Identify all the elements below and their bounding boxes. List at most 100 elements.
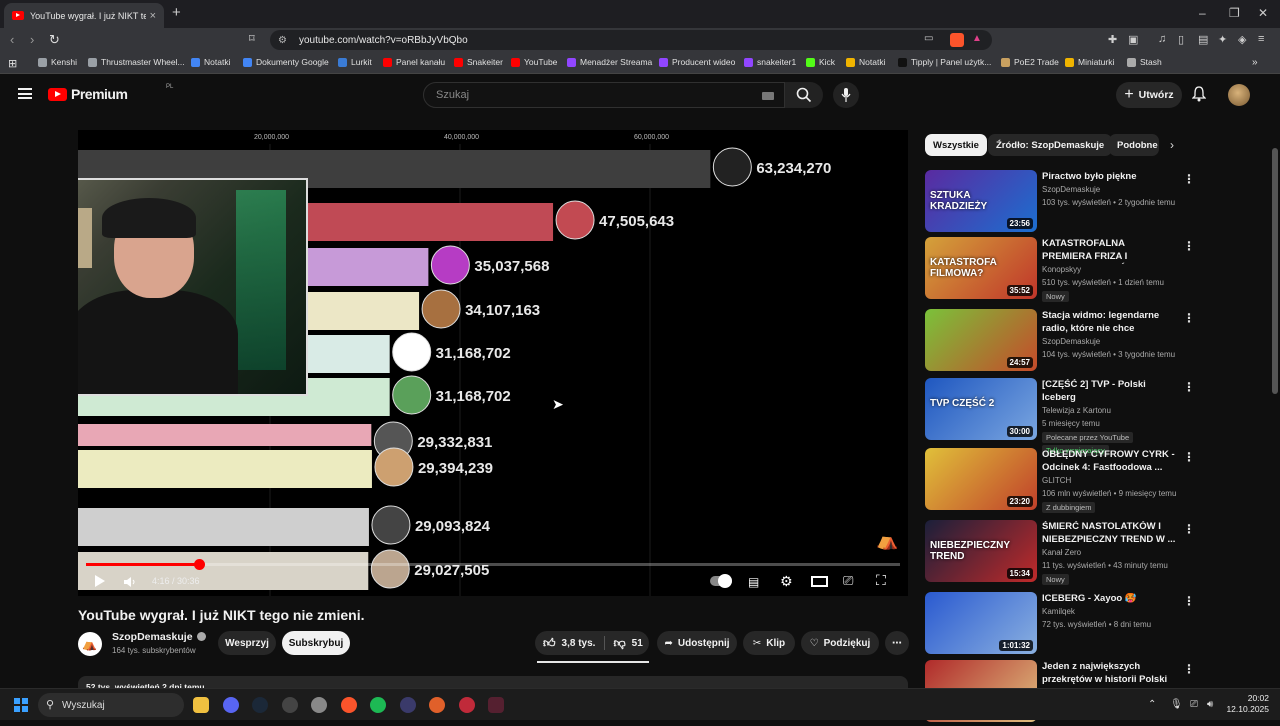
bookmark-item[interactable]: Stash: [1127, 57, 1162, 67]
maximize-button[interactable]: ❐: [1229, 6, 1240, 20]
thanks-button[interactable]: ♡ Podziękuj: [801, 631, 879, 655]
chip-all[interactable]: Wszystkie: [925, 134, 987, 156]
tray-mic-icon[interactable]: 🎙︎: [1170, 699, 1183, 710]
subscribe-button[interactable]: Subskrybuj: [282, 631, 350, 655]
channel-name[interactable]: Telewizja z Kartonu: [1042, 406, 1111, 415]
vpn-icon[interactable]: ◈: [1238, 33, 1246, 46]
forward-icon[interactable]: ›: [30, 32, 34, 47]
chip-source[interactable]: Źródło: SzopDemaskuje: [988, 134, 1113, 156]
more-options-icon[interactable]: ⋮: [1183, 380, 1195, 394]
bookmark-item[interactable]: Panel kanału: [383, 57, 445, 67]
video-thumbnail[interactable]: TVP CZĘŚĆ 2 30:00: [925, 378, 1037, 440]
page-scrollbar[interactable]: [1272, 148, 1278, 394]
recommended-video[interactable]: SZTUKA KRADZIEŻY 23:56 Piractwo było piękn…: [925, 170, 1270, 236]
tray-network-icon[interactable]: ⎚: [1190, 699, 1198, 710]
video-title[interactable]: ŚMIERĆ NASTOLATKÓW I NIEBEZPIECZNY TREND…: [1042, 521, 1177, 546]
more-bookmarks-icon[interactable]: »: [1252, 57, 1258, 68]
discord-app-icon[interactable]: [222, 697, 239, 713]
app-red-icon[interactable]: [458, 697, 475, 713]
app-dark-icon[interactable]: [488, 697, 504, 713]
window-close-button[interactable]: ✕: [1258, 6, 1268, 20]
recommended-video[interactable]: 23:20 OBŁĘDNY CYFROWY CYRK - Odcinek 4: F…: [925, 448, 1270, 514]
bookmark-item[interactable]: PoE2 Trade: [1001, 57, 1059, 67]
chip-similar[interactable]: Podobne: [1109, 134, 1159, 156]
guide-menu-icon[interactable]: [18, 88, 32, 99]
screenshot-icon[interactable]: ▣: [1128, 33, 1138, 46]
more-options-icon[interactable]: ⋮: [1183, 450, 1195, 464]
channel-avatar[interactable]: ⛺: [78, 632, 102, 656]
more-options-icon[interactable]: ⋮: [1183, 239, 1195, 253]
app-circle-icon[interactable]: [399, 697, 416, 713]
bookmark-item[interactable]: Lurkit: [338, 57, 372, 67]
subtitles-icon[interactable]: ▤: [748, 575, 759, 589]
brave-shield-icon[interactable]: [950, 33, 964, 47]
video-thumbnail[interactable]: 24:57: [925, 309, 1037, 371]
video-title[interactable]: ICEBERG - Xayoo 🥵: [1042, 593, 1177, 606]
recommended-video[interactable]: TVP CZĘŚĆ 2 30:00 [CZĘŚĆ 2] TVP - Polski I…: [925, 378, 1270, 456]
recommended-video[interactable]: NIEBEZPIECZNY TREND 15:34 ŚMIERĆ NASTOLATK…: [925, 520, 1270, 586]
channel-name[interactable]: SzopDemaskuje: [1042, 337, 1100, 346]
spotify-app-icon[interactable]: [370, 697, 386, 713]
tab-close-icon[interactable]: ×: [150, 10, 156, 22]
bookmark-item[interactable]: Thrustmaster Wheel...: [88, 57, 185, 67]
recommended-video[interactable]: 24:57 Stacja widmo: legendarne radio, któ…: [925, 309, 1270, 375]
fullscreen-icon[interactable]: ⛶: [876, 572, 886, 589]
apps-grid-icon[interactable]: ⊞: [8, 57, 17, 70]
bookmark-item[interactable]: Dokumenty Google: [243, 57, 329, 67]
extensions-icon[interactable]: ✚: [1108, 33, 1117, 46]
more-actions-button[interactable]: ⋯: [885, 631, 909, 655]
video-title[interactable]: [CZĘŚĆ 2] TVP - Polski Iceberg: [1042, 379, 1177, 404]
more-options-icon[interactable]: ⋮: [1183, 172, 1195, 186]
video-title[interactable]: OBŁĘDNY CYFROWY CYRK - Odcinek 4: Fastfo…: [1042, 449, 1177, 474]
new-tab-button[interactable]: +: [172, 4, 181, 21]
more-options-icon[interactable]: ⋮: [1183, 522, 1195, 536]
video-title[interactable]: Jeden z największych przekrętów w histor…: [1042, 661, 1177, 686]
channel-name[interactable]: SzopDemaskuje: [112, 631, 206, 643]
site-info-icon[interactable]: ⚙: [278, 35, 287, 46]
video-player[interactable]: 20,000,000 40,000,000 60,000,000 63,234,270…: [78, 130, 908, 596]
cast-icon[interactable]: ▭: [924, 33, 933, 44]
bookmark-item[interactable]: Tipply | Panel użytk...: [898, 57, 991, 67]
video-title[interactable]: Stacja widmo: legendarne radio, które ni…: [1042, 310, 1177, 336]
volume-icon[interactable]: [123, 576, 137, 588]
channel-name[interactable]: GLITCH: [1042, 476, 1071, 485]
back-icon[interactable]: ‹: [10, 32, 14, 47]
tray-volume-icon[interactable]: 🔊︎: [1207, 699, 1213, 710]
more-options-icon[interactable]: ⋮: [1183, 311, 1195, 325]
video-thumbnail[interactable]: NIEBEZPIECZNY TREND 15:34: [925, 520, 1037, 582]
video-title[interactable]: Piractwo było piękne: [1042, 171, 1177, 184]
cast-screen-icon[interactable]: ⎚: [843, 573, 853, 589]
channel-watermark-icon[interactable]: ⛺: [876, 530, 898, 551]
windows-start-icon[interactable]: [14, 698, 28, 712]
bookmark-item[interactable]: Producent wideo: [659, 57, 735, 67]
progress-bar[interactable]: [86, 559, 900, 570]
autoplay-toggle[interactable]: [710, 574, 732, 588]
recommended-video[interactable]: 1:01:32 ICEBERG - Xayoo 🥵 Kamilqek 72 tys. …: [925, 592, 1270, 658]
recommended-video[interactable]: KATASTROFA FILMOWA? 35:52 KATASTROFALNA PR…: [925, 237, 1270, 303]
media-icon[interactable]: ♫: [1158, 33, 1166, 45]
wallet-icon[interactable]: ▤: [1198, 33, 1208, 46]
bookmark-icon[interactable]: ⌑: [249, 32, 255, 45]
browser-menu-icon[interactable]: ≡: [1258, 33, 1264, 45]
bookmark-item[interactable]: Kenshi: [38, 57, 77, 67]
voice-search-button[interactable]: [833, 82, 859, 108]
channel-name[interactable]: Konopskyy: [1042, 265, 1081, 274]
tray-chevron-icon[interactable]: ⌃: [1148, 699, 1156, 710]
theater-mode-icon[interactable]: [811, 576, 828, 587]
keyboard-icon[interactable]: [762, 92, 774, 100]
taskbar-clock[interactable]: 20:02 12.10.2025: [1225, 693, 1269, 715]
play-icon[interactable]: [94, 574, 106, 588]
support-button[interactable]: Wesprzyj: [218, 631, 276, 655]
video-title[interactable]: KATASTROFALNA PREMIERA FRIZA I WERSOW? (…: [1042, 238, 1177, 264]
thumbs-up-icon[interactable]: 👍︎: [543, 636, 556, 651]
more-options-icon[interactable]: ⋮: [1183, 662, 1195, 676]
account-avatar[interactable]: [1228, 84, 1250, 106]
share-button[interactable]: ➦ Udostępnij: [657, 631, 737, 655]
bookmark-item[interactable]: Snakeiter: [454, 57, 503, 67]
obs-app-icon[interactable]: [281, 697, 298, 713]
bookmark-item[interactable]: snakeiter1: [744, 57, 796, 67]
minimize-button[interactable]: –: [1199, 6, 1206, 20]
video-thumbnail[interactable]: 23:20: [925, 448, 1037, 510]
clip-button[interactable]: ✂ Klip: [743, 631, 795, 655]
channel-name[interactable]: SzopDemaskuje: [1042, 185, 1100, 194]
